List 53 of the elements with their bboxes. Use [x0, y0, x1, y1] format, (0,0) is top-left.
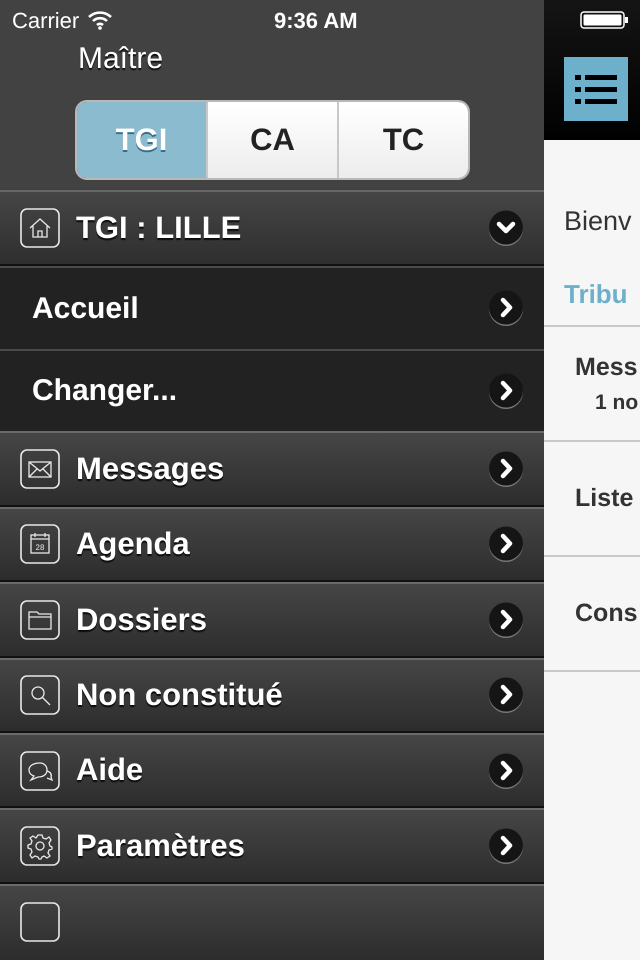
carrier-label: Carrier: [12, 6, 80, 34]
menu-item[interactable]: Dossiers: [0, 582, 544, 658]
chevron-down-icon[interactable]: [488, 210, 524, 246]
chevron-right-icon[interactable]: [488, 372, 524, 409]
chevron-right-icon[interactable]: [488, 451, 524, 488]
list-icon: [575, 73, 617, 105]
menu-item[interactable]: Aide: [0, 732, 544, 808]
submenu-item[interactable]: Accueil: [0, 266, 544, 349]
battery-icon: [580, 10, 630, 30]
section-title: TGI : LILLE: [76, 208, 242, 247]
chevron-right-icon[interactable]: [488, 828, 524, 864]
cell-title: Cons: [575, 601, 638, 626]
chevron-right-icon[interactable]: [488, 602, 524, 638]
welcome-text: Bienv: [564, 208, 633, 235]
status-time: 9:36 AM: [274, 6, 358, 34]
list-cell[interactable]: Liste: [544, 442, 640, 557]
folder-icon: [20, 600, 60, 640]
calendar-icon: 28: [20, 524, 60, 564]
search-icon: [20, 675, 60, 716]
submenu-item[interactable]: Changer...: [0, 348, 544, 432]
cell-subtitle: 1 no: [595, 392, 640, 412]
cell-title: Liste: [575, 486, 634, 511]
menu-label: Non constitué: [76, 676, 284, 714]
menu-label: Agenda: [76, 525, 191, 564]
menu-label: Aide: [76, 751, 144, 790]
menu-label: Dossiers: [76, 600, 208, 639]
envelope-icon: [20, 449, 60, 490]
menu-item[interactable]: Messages: [0, 431, 544, 507]
menu-item[interactable]: Paramètres: [0, 808, 544, 884]
section-header[interactable]: TGI : LILLE: [0, 190, 544, 266]
chevron-right-icon[interactable]: [488, 290, 524, 326]
house-icon: [20, 208, 60, 248]
menu-label: Paramètres: [76, 826, 246, 865]
cell-title: Mess: [575, 354, 639, 380]
menu-label: Messages: [76, 450, 226, 488]
settings-icon: [20, 826, 60, 866]
segment-tab[interactable]: CA: [206, 102, 337, 178]
speech-bubbles-icon: [20, 750, 60, 791]
segment-tab[interactable]: TC: [337, 102, 468, 178]
list-cell[interactable]: Cons: [544, 557, 640, 672]
submenu-label: Changer...: [32, 373, 178, 410]
list-menu-button[interactable]: [564, 57, 628, 121]
section-heading: Tribu: [564, 281, 629, 307]
menu-item[interactable]: Non constitué: [0, 658, 544, 733]
sidebar-title: Maître: [78, 44, 164, 74]
list-cell[interactable]: Mess 1 no: [544, 327, 640, 442]
chevron-right-icon[interactable]: [488, 677, 524, 714]
square-icon: [20, 902, 60, 942]
wifi-icon: [87, 10, 114, 30]
submenu-label: Accueil: [32, 290, 140, 327]
menu-item[interactable]: 28 Agenda: [0, 506, 544, 582]
chevron-right-icon[interactable]: [488, 526, 524, 562]
chevron-right-icon[interactable]: [488, 752, 524, 789]
